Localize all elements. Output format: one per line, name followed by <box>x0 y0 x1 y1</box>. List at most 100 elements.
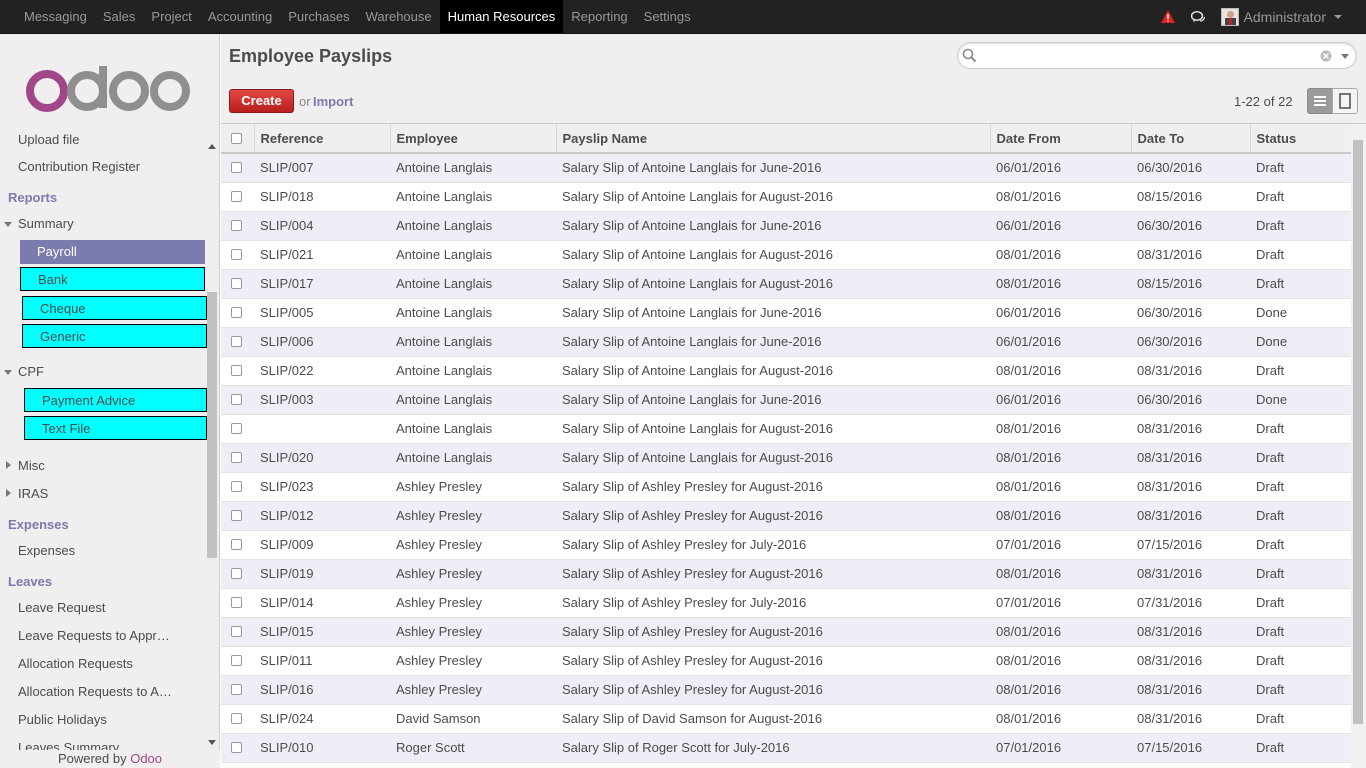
column-header-reference[interactable]: Reference <box>254 124 391 154</box>
cell-payslip-name[interactable]: Salary Slip of Ashley Presley for August… <box>556 559 990 589</box>
cell-reference[interactable]: SLIP/024 <box>254 704 390 734</box>
row-checkbox[interactable] <box>231 568 242 579</box>
cell-date-from[interactable]: 08/01/2016 <box>990 269 1131 299</box>
cell-employee[interactable]: Antoine Langlais <box>390 182 556 212</box>
table-row[interactable]: SLIP/015 Ashley Presley Salary Slip of Ash… <box>221 617 1351 647</box>
cell-status[interactable]: Draft <box>1250 182 1351 212</box>
row-checkbox[interactable] <box>231 713 242 724</box>
cell-date-from[interactable]: 06/01/2016 <box>990 153 1131 183</box>
sidebar-item-contribution-register[interactable]: Contribution Register <box>18 159 140 174</box>
scroll-up-icon[interactable] <box>208 144 216 149</box>
row-checkbox[interactable] <box>231 539 242 550</box>
cell-employee[interactable]: Ashley Presley <box>390 588 556 618</box>
cell-employee[interactable]: Antoine Langlais <box>390 298 556 328</box>
cell-reference[interactable]: SLIP/022 <box>254 356 390 386</box>
cell-status[interactable]: Done <box>1250 298 1351 328</box>
sidebar-item-upload-file[interactable]: Upload file <box>18 134 79 147</box>
expand-down-icon[interactable] <box>4 370 12 375</box>
cell-date-to[interactable]: 06/30/2016 <box>1131 153 1250 183</box>
cell-date-from[interactable]: 07/01/2016 <box>990 530 1131 560</box>
row-checkbox[interactable] <box>231 278 242 289</box>
row-checkbox[interactable] <box>231 365 242 376</box>
sidebar-item-text-file[interactable]: Text File <box>24 416 207 440</box>
warning-icon[interactable] <box>1160 9 1175 24</box>
table-row[interactable]: SLIP/011 Ashley Presley Salary Slip of Ash… <box>221 646 1351 676</box>
cell-employee[interactable]: David Samson <box>390 704 556 734</box>
column-header-date-to[interactable]: Date To <box>1131 124 1251 154</box>
search-input[interactable] <box>980 45 1320 66</box>
pager-value[interactable]: 1-22 of 22 <box>1234 94 1293 109</box>
user-name[interactable]: Administrator <box>1244 9 1326 25</box>
menu-item-purchases[interactable]: Purchases <box>280 0 357 33</box>
cell-reference[interactable]: SLIP/019 <box>254 559 390 589</box>
menu-item-accounting[interactable]: Accounting <box>200 0 280 33</box>
row-checkbox[interactable] <box>231 510 242 521</box>
table-row[interactable]: SLIP/003 Antoine Langlais Salary Slip of A… <box>221 385 1351 415</box>
table-row[interactable]: SLIP/020 Antoine Langlais Salary Slip of A… <box>221 443 1351 473</box>
table-row[interactable]: SLIP/017 Antoine Langlais Salary Slip of A… <box>221 269 1351 299</box>
cell-payslip-name[interactable]: Salary Slip of Ashley Presley for July-2… <box>556 530 990 560</box>
table-row[interactable]: SLIP/024 David Samson Salary Slip of David… <box>221 704 1351 734</box>
scroll-down-icon[interactable] <box>208 740 216 745</box>
chevron-down-icon[interactable] <box>1334 14 1342 19</box>
cell-payslip-name[interactable]: Salary Slip of Antoine Langlais for Augu… <box>556 269 990 299</box>
search-box[interactable] <box>957 42 1357 69</box>
cell-reference[interactable]: SLIP/016 <box>254 675 390 705</box>
cell-date-to[interactable]: 08/31/2016 <box>1131 559 1250 589</box>
cell-reference[interactable]: SLIP/006 <box>254 327 390 357</box>
import-button[interactable]: Import <box>313 94 353 109</box>
cell-date-from[interactable]: 08/01/2016 <box>990 472 1131 502</box>
cell-payslip-name[interactable]: Salary Slip of Ashley Presley for August… <box>556 646 990 676</box>
cell-status[interactable]: Draft <box>1250 617 1351 647</box>
cell-reference[interactable]: SLIP/004 <box>254 211 390 241</box>
cell-reference[interactable]: SLIP/003 <box>254 385 390 415</box>
cell-reference[interactable] <box>254 414 390 444</box>
cell-payslip-name[interactable]: Salary Slip of Antoine Langlais for Augu… <box>556 240 990 270</box>
cell-reference[interactable]: SLIP/020 <box>254 443 390 473</box>
cell-employee[interactable]: Antoine Langlais <box>390 443 556 473</box>
cell-employee[interactable]: Antoine Langlais <box>390 269 556 299</box>
cell-payslip-name[interactable]: Salary Slip of Antoine Langlais for June… <box>556 385 990 415</box>
cell-status[interactable]: Draft <box>1250 153 1351 183</box>
cell-status[interactable]: Draft <box>1250 646 1351 676</box>
cell-date-to[interactable]: 08/15/2016 <box>1131 269 1250 299</box>
cell-reference[interactable]: SLIP/009 <box>254 530 390 560</box>
cell-reference[interactable]: SLIP/018 <box>254 182 390 212</box>
cell-employee[interactable]: Antoine Langlais <box>390 211 556 241</box>
sidebar-item-public-holidays[interactable]: Public Holidays <box>18 712 107 727</box>
cell-status[interactable]: Done <box>1250 385 1351 415</box>
cell-date-to[interactable]: 08/31/2016 <box>1131 646 1250 676</box>
cell-date-to[interactable]: 08/31/2016 <box>1131 472 1250 502</box>
row-checkbox[interactable] <box>231 626 242 637</box>
column-header-employee[interactable]: Employee <box>390 124 557 154</box>
cell-date-from[interactable]: 08/01/2016 <box>990 617 1131 647</box>
column-header-status[interactable]: Status <box>1250 124 1351 154</box>
cell-payslip-name[interactable]: Salary Slip of Ashley Presley for July-2… <box>556 588 990 618</box>
cell-date-to[interactable]: 08/31/2016 <box>1131 443 1250 473</box>
table-row[interactable]: SLIP/004 Antoine Langlais Salary Slip of A… <box>221 211 1351 241</box>
odoo-link[interactable]: Odoo <box>130 751 162 766</box>
cell-reference[interactable]: SLIP/023 <box>254 472 390 502</box>
cell-payslip-name[interactable]: Salary Slip of Antoine Langlais for Augu… <box>556 182 990 212</box>
sidebar-item-payroll[interactable]: Payroll <box>20 240 205 264</box>
sidebar-item-allocation-requests-to-approve[interactable]: Allocation Requests to A… <box>18 684 172 699</box>
clear-icon[interactable] <box>1320 50 1332 62</box>
list-scrollbar-thumb[interactable] <box>1353 140 1363 724</box>
cell-status[interactable]: Draft <box>1250 443 1351 473</box>
cell-status[interactable]: Draft <box>1250 559 1351 589</box>
cell-reference[interactable]: SLIP/012 <box>254 501 390 531</box>
cell-date-to[interactable]: 06/30/2016 <box>1131 298 1250 328</box>
cell-payslip-name[interactable]: Salary Slip of Antoine Langlais for Augu… <box>556 443 990 473</box>
cell-date-to[interactable]: 08/31/2016 <box>1131 414 1250 444</box>
sidebar-item-misc[interactable]: Misc <box>18 458 45 473</box>
cell-employee[interactable]: Roger Scott <box>390 733 556 763</box>
table-row[interactable]: SLIP/009 Ashley Presley Salary Slip of Ash… <box>221 530 1351 560</box>
sidebar-item-leaves-summary[interactable]: Leaves Summary <box>18 740 119 750</box>
cell-date-to[interactable]: 08/31/2016 <box>1131 356 1250 386</box>
cell-status[interactable]: Done <box>1250 327 1351 357</box>
cell-reference[interactable]: SLIP/015 <box>254 617 390 647</box>
sidebar-item-summary[interactable]: Summary <box>18 216 74 231</box>
cell-payslip-name[interactable]: Salary Slip of Ashley Presley for August… <box>556 472 990 502</box>
table-row[interactable]: SLIP/006 Antoine Langlais Salary Slip of A… <box>221 327 1351 357</box>
sidebar-item-generic[interactable]: Generic <box>22 324 207 348</box>
